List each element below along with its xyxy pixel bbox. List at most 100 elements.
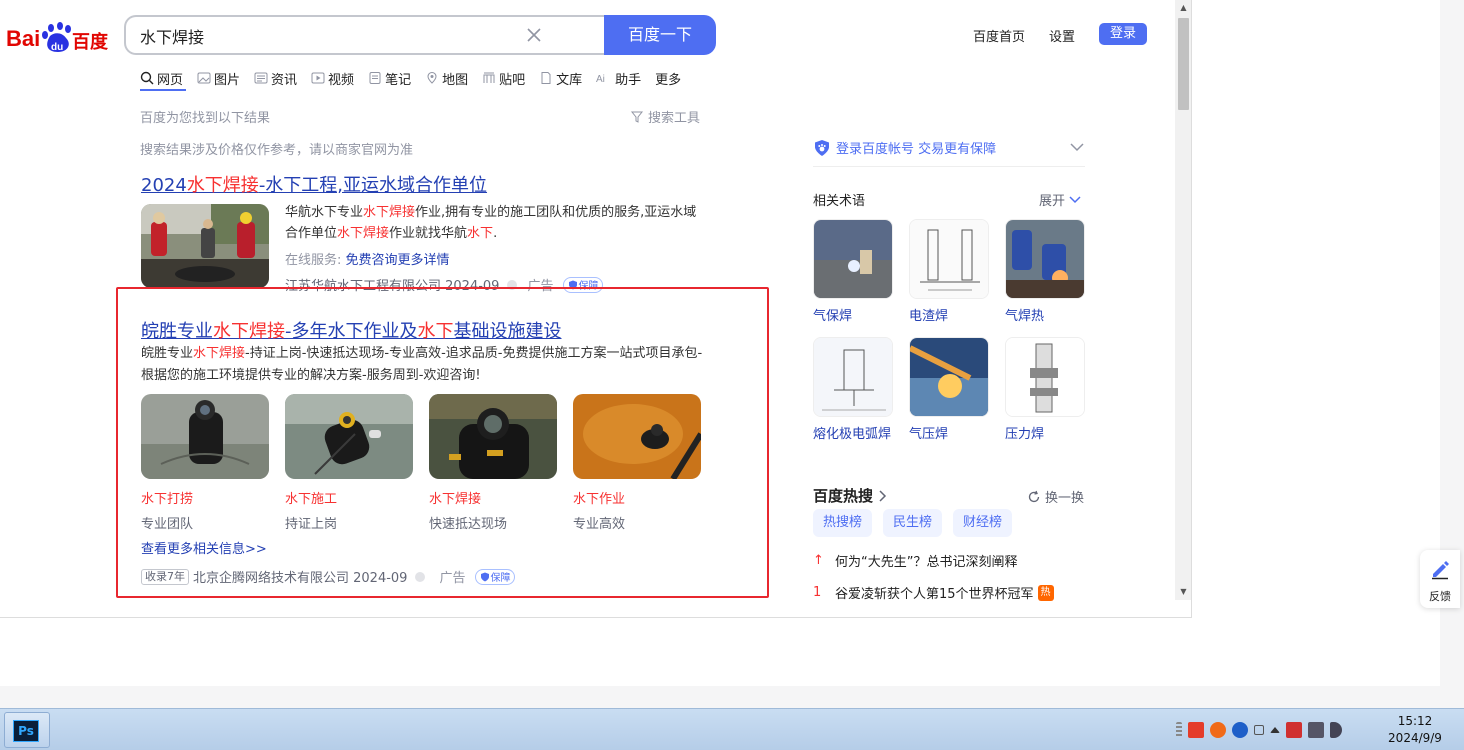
term-image[interactable] bbox=[1005, 337, 1085, 417]
term-image[interactable] bbox=[1005, 219, 1085, 299]
term-label[interactable]: 熔化极电弧焊 bbox=[813, 425, 893, 445]
tab-label: 贴吧 bbox=[499, 72, 526, 88]
tab-web[interactable]: 网页 bbox=[140, 68, 183, 88]
tab-more[interactable]: 更多 bbox=[655, 68, 681, 88]
card-title[interactable]: 水下作业 bbox=[573, 488, 701, 507]
result-2-card-4[interactable]: 水下作业 专业高效 bbox=[573, 394, 701, 532]
feedback-button[interactable]: 反馈 bbox=[1420, 550, 1460, 608]
tab-wenku[interactable]: 文库 bbox=[539, 68, 582, 88]
hot-item[interactable]: 1 谷爱凌斩获个人第15个世界杯冠军 热 bbox=[813, 583, 1054, 602]
shield-paw-icon bbox=[815, 139, 829, 156]
login-button[interactable]: 登录 bbox=[1099, 23, 1147, 45]
tab-video[interactable]: 视频 bbox=[311, 68, 354, 88]
term-image[interactable] bbox=[909, 337, 989, 417]
card-title[interactable]: 水下施工 bbox=[285, 488, 413, 507]
tab-news[interactable]: 资讯 bbox=[254, 68, 297, 88]
result-1-title[interactable]: 2024水下焊接-水下工程,亚运水域合作单位 bbox=[141, 171, 487, 197]
expand-button[interactable]: 展开 bbox=[1039, 190, 1082, 209]
login-tip[interactable]: 登录百度帐号 交易更有保障 bbox=[813, 138, 996, 157]
volume-icon[interactable] bbox=[1330, 722, 1342, 738]
expand-label: 展开 bbox=[1039, 194, 1066, 209]
hot-search-title[interactable]: 百度热搜 bbox=[813, 485, 889, 506]
browser-viewport: Bai du 百度 百度一下 百度首页 设置 登录 网页 图片 bbox=[0, 0, 1192, 618]
card-title[interactable]: 水下打捞 bbox=[141, 488, 269, 507]
result-2-card-3[interactable]: 水下焊接 快速抵达现场 bbox=[429, 394, 557, 532]
page-scrollbar[interactable]: ▲ ▼ bbox=[1175, 0, 1191, 600]
card-image[interactable] bbox=[285, 394, 413, 479]
clock-date: 2024/9/9 bbox=[1388, 731, 1442, 745]
hot-tab-livelihood[interactable]: 民生榜 bbox=[883, 509, 943, 537]
baidu-logo[interactable]: Bai du 百度 bbox=[6, 20, 110, 54]
tab-label: 笔记 bbox=[385, 72, 412, 88]
hot-tab-finance[interactable]: 财经榜 bbox=[953, 509, 1013, 537]
taskbar: Ps 15:12 2024/9/9 bbox=[0, 708, 1464, 750]
term-item[interactable]: 气焊热 bbox=[1005, 219, 1085, 327]
hot-item-text[interactable]: 谷爱凌斩获个人第15个世界杯冠军 bbox=[835, 583, 1034, 602]
settings-link[interactable]: 设置 bbox=[1049, 26, 1075, 45]
term-item[interactable]: 电渣焊 bbox=[909, 219, 989, 327]
sogou-ime-icon[interactable] bbox=[1210, 722, 1226, 738]
homepage-link[interactable]: 百度首页 bbox=[973, 26, 1025, 45]
term-image[interactable] bbox=[813, 337, 893, 417]
search-button[interactable]: 百度一下 bbox=[604, 15, 716, 55]
chevron-down-icon bbox=[1069, 195, 1081, 203]
term-label[interactable]: 压力焊 bbox=[1005, 425, 1085, 445]
tab-notes[interactable]: 笔记 bbox=[368, 68, 411, 88]
login-tip-text: 登录百度帐号 交易更有保障 bbox=[836, 142, 997, 157]
network-error-icon[interactable] bbox=[1286, 722, 1302, 738]
search-tools-button[interactable]: 搜索工具 bbox=[630, 107, 700, 126]
search-box bbox=[124, 15, 606, 55]
card-image[interactable] bbox=[141, 394, 269, 479]
term-label[interactable]: 电渣焊 bbox=[909, 307, 989, 327]
result-1-image[interactable] bbox=[141, 204, 269, 288]
show-hidden-icons[interactable] bbox=[1270, 727, 1280, 733]
term-item[interactable]: 气保焊 bbox=[813, 219, 893, 327]
free-consult-link[interactable]: 免费咨询更多详情 bbox=[346, 253, 450, 268]
result-2-card-1[interactable]: 水下打捞 专业团队 bbox=[141, 394, 269, 532]
term-image[interactable] bbox=[909, 219, 989, 299]
more-info-link[interactable]: 查看更多相关信息>> bbox=[141, 538, 267, 557]
indexed-years-badge: 收录7年 bbox=[141, 568, 189, 585]
term-label[interactable]: 气压焊 bbox=[909, 425, 989, 445]
edit-icon bbox=[1432, 561, 1449, 580]
system-clock[interactable]: 15:12 2024/9/9 bbox=[1380, 713, 1450, 747]
feedback-label: 反馈 bbox=[1429, 590, 1451, 603]
clear-icon[interactable] bbox=[524, 25, 544, 45]
term-label[interactable]: 气焊热 bbox=[1005, 307, 1085, 327]
window-icon[interactable] bbox=[1254, 725, 1264, 735]
result-2-card-2[interactable]: 水下施工 持证上岗 bbox=[285, 394, 413, 532]
tab-map[interactable]: 地图 bbox=[425, 68, 468, 88]
term-label[interactable]: 气保焊 bbox=[813, 307, 893, 327]
ai-icon: Ai bbox=[596, 74, 605, 85]
hot-item-text[interactable]: 何为“大先生”？总书记深刻阐释 bbox=[835, 551, 1017, 570]
hot-item[interactable]: ↑ 何为“大先生”？总书记深刻阐释 bbox=[813, 551, 1017, 570]
term-item[interactable]: 熔化极电弧焊 bbox=[813, 337, 893, 445]
tab-tieba[interactable]: 贴吧 bbox=[482, 68, 525, 88]
chevron-down-icon[interactable] bbox=[1069, 141, 1085, 153]
network-icon[interactable] bbox=[1308, 722, 1324, 738]
tray-app-icon[interactable] bbox=[1188, 722, 1204, 738]
ad-label: 广告 bbox=[439, 571, 466, 586]
result-2-title[interactable]: 皖胜专业水下焊接-多年水下作业及水下基础设施建设 bbox=[141, 317, 562, 343]
scroll-up-arrow[interactable]: ▲ bbox=[1175, 0, 1191, 16]
scroll-down-arrow[interactable]: ▼ bbox=[1175, 584, 1191, 600]
info-icon[interactable] bbox=[415, 571, 426, 582]
tab-label: 网页 bbox=[157, 72, 184, 88]
term-item[interactable]: 压力焊 bbox=[1005, 337, 1085, 445]
tab-images[interactable]: 图片 bbox=[197, 68, 240, 88]
term-image[interactable] bbox=[813, 219, 893, 299]
card-image[interactable] bbox=[429, 394, 557, 479]
refresh-button[interactable]: 换一换 bbox=[1027, 487, 1084, 506]
term-item[interactable]: 气压焊 bbox=[909, 337, 989, 445]
tab-assistant[interactable]: Ai 助手 bbox=[596, 68, 641, 88]
photoshop-taskbar-button[interactable]: Ps bbox=[4, 712, 50, 748]
hot-tab-hot[interactable]: 热搜榜 bbox=[813, 509, 873, 537]
search-icon bbox=[140, 71, 154, 85]
card-image[interactable] bbox=[573, 394, 701, 479]
guarantee-badge[interactable]: 保障 bbox=[475, 568, 516, 585]
scroll-thumb[interactable] bbox=[1178, 18, 1189, 110]
card-title[interactable]: 水下焊接 bbox=[429, 488, 557, 507]
help-icon[interactable] bbox=[1232, 722, 1248, 738]
search-input[interactable] bbox=[140, 25, 520, 47]
result-2-company[interactable]: 北京企腾网络技术有限公司 2024-09 bbox=[193, 567, 407, 586]
